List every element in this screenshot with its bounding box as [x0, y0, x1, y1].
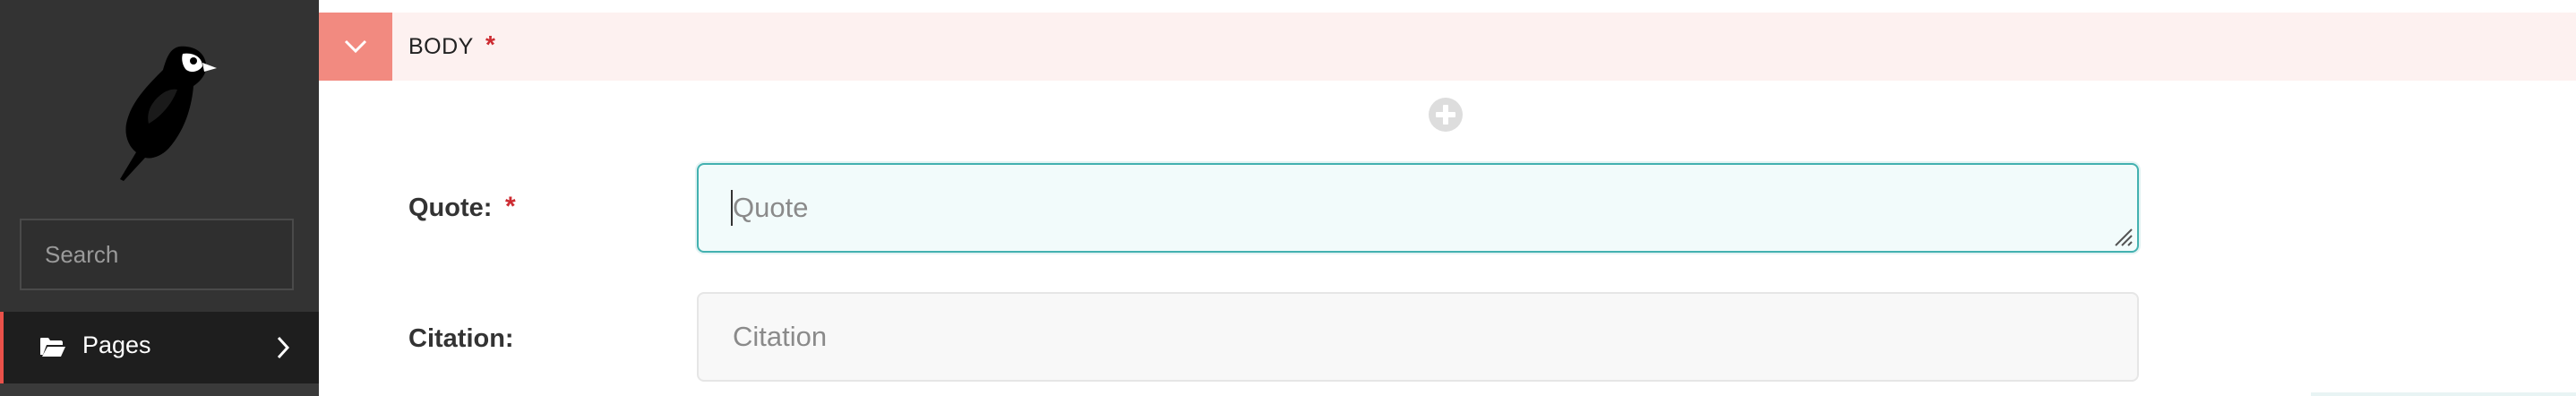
quote-textarea[interactable]: [699, 165, 2137, 251]
search-icon: [348, 245, 367, 264]
active-indicator: [0, 312, 4, 383]
block-collapse-toggle[interactable]: [319, 13, 392, 81]
sidebar-item-next: [0, 383, 319, 396]
add-block-button[interactable]: [1428, 97, 1464, 133]
quote-required-marker: *: [505, 192, 516, 221]
folder-open-icon: [39, 335, 66, 363]
wagtail-bird-logo[interactable]: [97, 38, 222, 181]
sidebar-search: [20, 219, 367, 290]
citation-input[interactable]: [699, 294, 2137, 380]
citation-label: Citation:: [408, 324, 514, 353]
block-label: BODY: [408, 34, 474, 59]
quote-field-wrapper: [697, 163, 2139, 253]
page: Pages BODY * Quote: *: [0, 0, 2576, 396]
required-marker: *: [485, 30, 495, 58]
plus-circle-icon: [1429, 98, 1463, 132]
footer-edge: [2311, 392, 2576, 396]
citation-field-wrapper: [697, 292, 2139, 382]
sidebar-item-pages[interactable]: Pages: [0, 312, 319, 383]
search-button[interactable]: [347, 220, 368, 288]
text-caret: [731, 190, 733, 226]
logo-icon: [120, 46, 217, 181]
chevron-right-icon: [274, 334, 292, 366]
chevron-down-icon: [344, 39, 367, 54]
quote-label: Quote:: [408, 194, 493, 222]
sidebar-item-label: Pages: [82, 331, 151, 358]
resize-grip-icon[interactable]: [2112, 226, 2134, 247]
search-input[interactable]: [21, 220, 347, 288]
sidebar: Pages: [0, 0, 367, 396]
streamfield-block-header: BODY *: [319, 13, 2576, 81]
